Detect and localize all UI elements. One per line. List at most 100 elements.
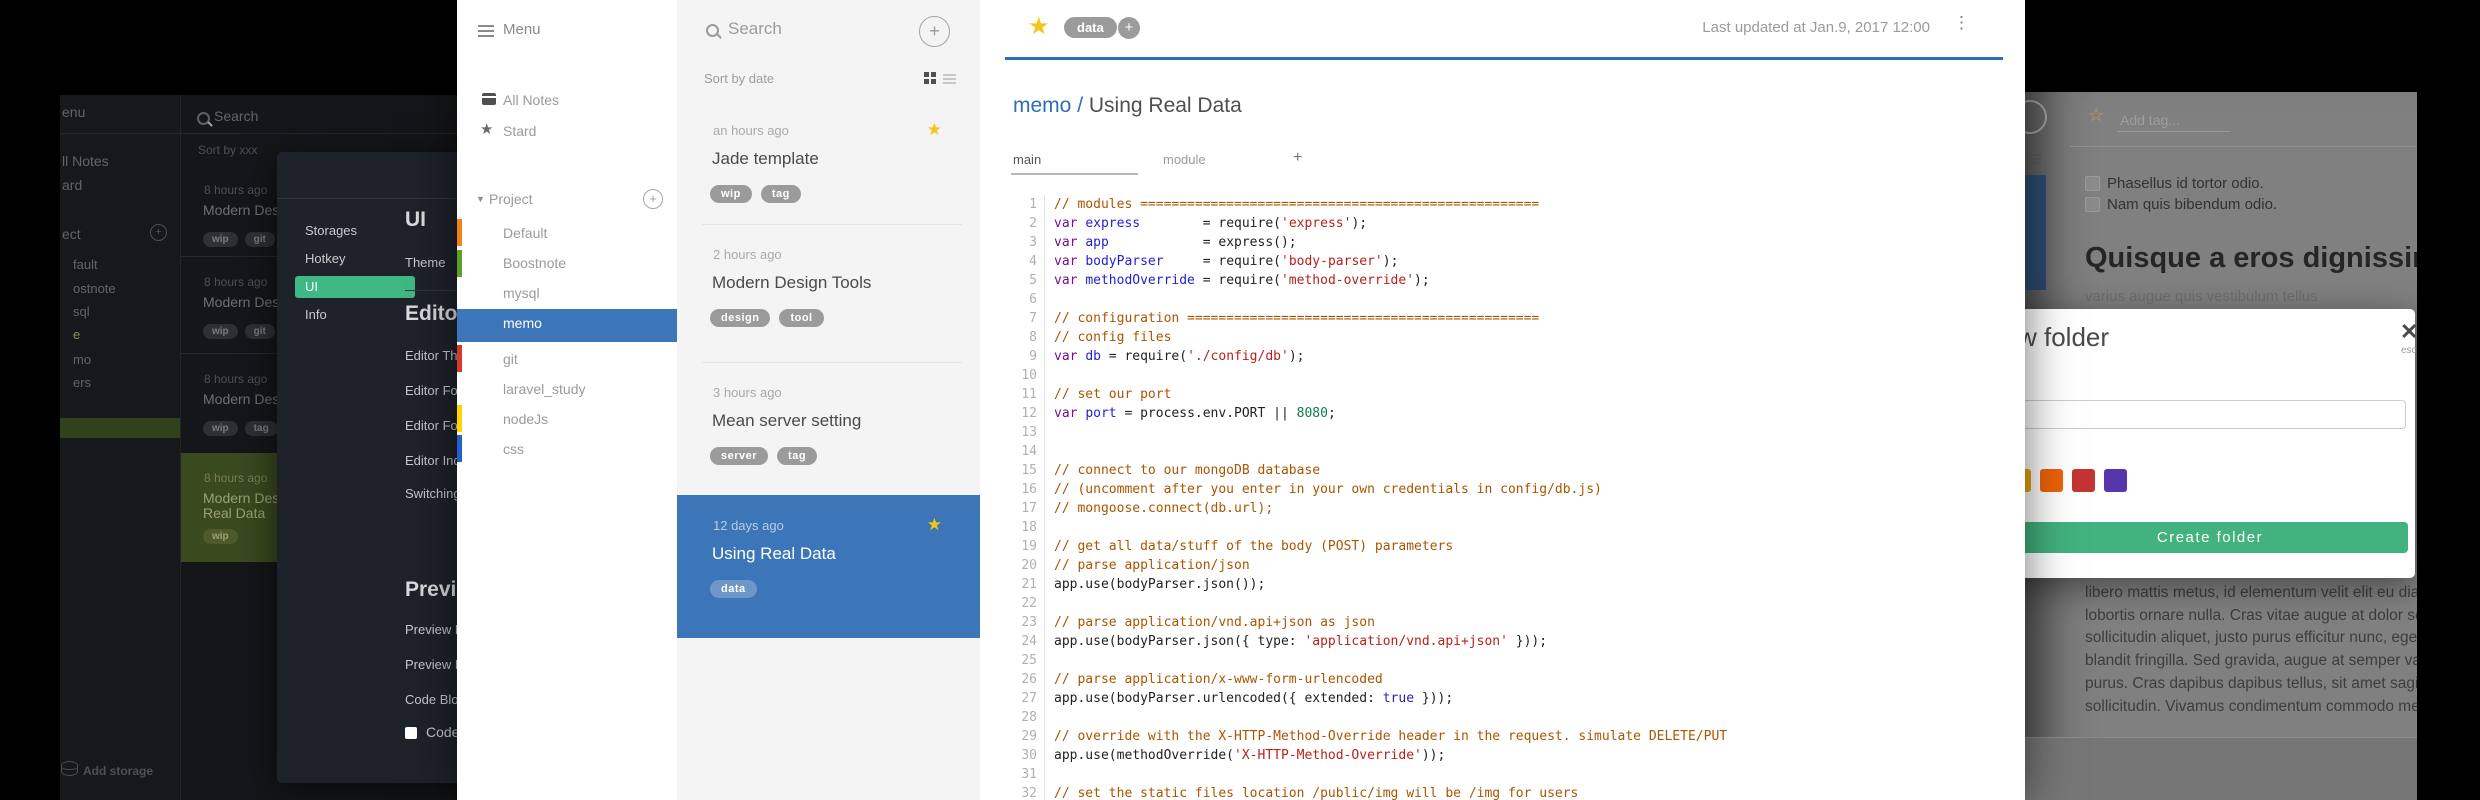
todo-label: Nam quis bibendum odio.	[2107, 196, 2278, 213]
tab-module[interactable]: module	[1163, 152, 1206, 167]
code-text: // parse application/vnd.api+json as jso…	[1054, 615, 1375, 630]
sidebar-item-all-notes[interactable]: All Notes	[503, 92, 559, 108]
checkbox-icon[interactable]	[405, 727, 417, 739]
sidebar-folder-item[interactable]: ers	[73, 375, 91, 390]
code-line: 16 // (uncomment after you enter in your …	[1005, 480, 2005, 499]
left-search-input[interactable]: Search	[214, 108, 258, 124]
code-text: // config files	[1054, 330, 1172, 345]
sidebar-project-label[interactable]: Project	[489, 191, 533, 207]
sidebar-folder-Boostnote[interactable]: Boostnote	[503, 255, 566, 271]
color-swatch[interactable]	[2072, 469, 2095, 492]
line-number: 13	[1005, 423, 1045, 442]
settings-item: Editor For	[405, 383, 463, 398]
settings-tab-hotkey[interactable]: Hotkey	[295, 248, 415, 270]
note-tag: git	[244, 232, 275, 247]
search-input[interactable]: Search	[728, 19, 782, 39]
paragraph-line: sollicitudin. Vivamus condimentum commod…	[2085, 697, 2417, 715]
settings-tab-info[interactable]: Info	[295, 304, 415, 326]
line-number: 10	[1005, 366, 1045, 385]
folder-color-swatches	[2008, 469, 2127, 492]
todo-checkbox[interactable]	[2085, 176, 2100, 191]
note-time: 8 hours ago	[204, 275, 268, 289]
folder-color-strip	[457, 405, 462, 432]
sidebar-folder-item[interactable]: sql	[73, 304, 90, 319]
create-folder-button[interactable]: Create folder	[2012, 522, 2408, 553]
color-swatch[interactable]	[2040, 469, 2063, 492]
sidebar-folder-item[interactable]: fault	[73, 257, 98, 272]
menu-icon[interactable]	[478, 25, 494, 27]
search-icon	[706, 24, 719, 37]
folder-selected-row[interactable]	[457, 309, 677, 342]
all-notes-icon	[482, 93, 496, 105]
left-sort-label[interactable]: Sort by xxx	[198, 143, 257, 157]
list-view-icon[interactable]	[943, 74, 956, 76]
note-list-item[interactable]: 3 hours ago Mean server setting server tag	[677, 362, 980, 495]
sort-by-button[interactable]: Sort by date	[704, 71, 774, 86]
sidebar-folder-mysql[interactable]: mysql	[503, 285, 540, 301]
code-line: 25	[1005, 651, 2005, 670]
star-icon: ☆	[2088, 105, 2105, 125]
note-tags: data	[710, 579, 766, 598]
add-folder-button[interactable]: +	[643, 189, 663, 209]
add-tab-button[interactable]: +	[1293, 149, 1302, 167]
note-star-toggle[interactable]: ★	[1028, 12, 1050, 41]
sidebar-folder-item[interactable]: e	[73, 327, 80, 342]
new-note-button[interactable]: +	[919, 16, 950, 47]
menu-label[interactable]: Menu	[503, 21, 541, 38]
divider	[181, 133, 457, 134]
todo-checkbox[interactable]	[2085, 197, 2100, 212]
note-tag-pill[interactable]: data	[1064, 17, 1117, 38]
note-title: Jade template	[712, 149, 819, 168]
chevron-down-icon[interactable]: ▼	[476, 194, 485, 204]
code-line: 18	[1005, 518, 2005, 537]
note-list-item[interactable]: 12 days ago ★ Using Real Data data	[677, 495, 980, 638]
note-list-item[interactable]: an hours ago ★ Jade template wip tag	[677, 100, 980, 224]
code-line: 6	[1005, 290, 2005, 309]
tab-main[interactable]: main	[1013, 152, 1041, 167]
code-editor[interactable]: 1 // modules ============================…	[1005, 195, 2005, 800]
grid-view-icon[interactable]	[924, 72, 936, 84]
settings-item: Editor The	[405, 348, 465, 363]
settings-tab-ui[interactable]: UI	[295, 276, 415, 298]
note-menu-button[interactable]: ⋮	[1953, 14, 1970, 31]
sidebar-folder-nodeJs[interactable]: nodeJs	[503, 411, 548, 427]
settings-tab-storages[interactable]: Storages	[295, 220, 415, 242]
note-title: Modern Des	[203, 490, 280, 506]
sidebar-folder-laravel_study[interactable]: laravel_study	[503, 381, 586, 397]
note-title: Mean server setting	[712, 411, 862, 430]
breadcrumb-folder[interactable]: memo	[1013, 94, 1071, 117]
sidebar-folder-Default[interactable]: Default	[503, 225, 547, 241]
sidebar-folder-css[interactable]: css	[503, 441, 524, 457]
note-tags: wip tag	[710, 184, 810, 203]
line-number: 4	[1005, 252, 1045, 271]
line-number: 12	[1005, 404, 1045, 423]
note-tag: git	[244, 324, 275, 339]
color-swatch[interactable]	[2104, 469, 2127, 492]
line-number: 26	[1005, 670, 1045, 689]
note-list-item[interactable]: 2 hours ago Modern Design Tools design tool	[677, 224, 980, 362]
sidebar-folder-item[interactable]: ostnote	[73, 281, 116, 296]
sidebar-folder-git[interactable]: git	[503, 351, 518, 367]
code-line: 3 var app = express();	[1005, 233, 2005, 252]
add-storage-button[interactable]: Add storage	[83, 764, 153, 778]
settings-item: Preview F	[405, 657, 463, 672]
line-number: 6	[1005, 290, 1045, 309]
folder-name-input[interactable]	[2012, 400, 2406, 429]
sidebar-folder-memo[interactable]: memo	[503, 315, 542, 331]
note-tag: server	[710, 447, 769, 465]
code-text: app.use(bodyParser.urlencoded({ extended…	[1054, 691, 1454, 706]
selected-note-strip	[2025, 175, 2046, 290]
add-tag-button[interactable]: +	[1118, 17, 1140, 39]
add-tag-input[interactable]: Add tag...	[2120, 112, 2180, 128]
note-tag: tag	[760, 185, 801, 203]
code-line: 23 // parse application/vnd.api+json as j…	[1005, 613, 2005, 632]
code-line: 29 // override with the X-HTTP-Method-Ove…	[1005, 727, 2005, 746]
sidebar-folder-item[interactable]: mo	[73, 352, 91, 367]
code-text: // modules =============================…	[1054, 197, 1540, 212]
close-icon[interactable]: ✕	[2400, 319, 2418, 345]
sidebar-item-starred[interactable]: Stard	[503, 123, 536, 139]
code-line: 30 app.use(methodOverride('X-HTTP-Method-…	[1005, 746, 2005, 765]
note-time: 8 hours ago	[204, 471, 268, 485]
